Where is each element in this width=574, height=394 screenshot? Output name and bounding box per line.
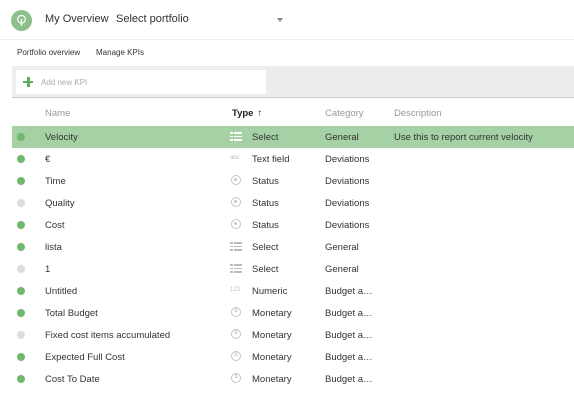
top-bar: My Overview Select portfolio (0, 0, 574, 40)
sort-ascending-icon: ↑ (257, 108, 263, 119)
kpi-type: Numeric (252, 286, 288, 297)
column-header-type[interactable]: Type ↑ (232, 108, 262, 119)
nav-manage-kpis[interactable]: Manage KPIs (96, 48, 144, 57)
status-dot-icon (17, 353, 25, 361)
kpi-category: General (325, 242, 359, 253)
column-header-type-label: Type (232, 108, 254, 119)
table-row[interactable]: Fixed cost items accumulated $ Monetary Bud… (12, 324, 574, 346)
kpi-name: Fixed cost items accumulated (45, 330, 171, 341)
table-row[interactable]: Expected Full Cost $ Monetary Budget a… (12, 346, 574, 368)
table-row[interactable]: 1 Select General (12, 258, 574, 280)
monetary-icon: $ (230, 329, 244, 341)
kpi-category: Deviations (325, 154, 370, 165)
kpi-type: Status (252, 176, 279, 187)
status-icon (230, 197, 244, 209)
kpi-category: Budget a… (325, 330, 373, 341)
status-dot-icon (17, 287, 25, 295)
kpi-category: Deviations (325, 176, 370, 187)
status-dot-icon (17, 199, 25, 207)
kpi-type: Text field (252, 154, 290, 165)
kpi-type: Select (252, 132, 279, 143)
portfolio-select[interactable]: Select portfolio (116, 13, 189, 25)
status-dot-icon (17, 177, 25, 185)
plus-icon[interactable] (22, 76, 34, 88)
monetary-icon: $ (230, 307, 244, 319)
column-header-description[interactable]: Description (394, 108, 442, 119)
table-row[interactable]: € abc Text field Deviations (12, 148, 574, 170)
kpi-name: € (45, 154, 51, 165)
kpi-category: Budget a… (325, 286, 373, 297)
kpi-type: Monetary (252, 352, 292, 363)
kpi-name: Cost (45, 220, 65, 231)
list-icon (230, 241, 244, 253)
status-dot-icon (17, 309, 25, 317)
status-dot-icon (17, 243, 25, 251)
table-row[interactable]: Quality Status Deviations (12, 192, 574, 214)
status-dot-icon (17, 133, 25, 141)
table-row[interactable]: Velocity Select General Use this to report … (12, 126, 574, 148)
column-header-category[interactable]: Category (325, 108, 364, 119)
status-dot-icon (17, 331, 25, 339)
kpi-name: lista (45, 242, 62, 253)
sub-navigation: Portfolio overview Manage KPIs (0, 40, 574, 66)
kpi-description: Use this to report current velocity (394, 132, 533, 143)
kpi-type: Monetary (252, 374, 292, 385)
kpi-name: Untitled (45, 286, 78, 297)
kpi-category: Deviations (325, 198, 370, 209)
kpi-category: Deviations (325, 220, 370, 231)
app-title[interactable]: My Overview (45, 13, 109, 25)
kpi-name: Expected Full Cost (45, 352, 125, 363)
status-icon (230, 175, 244, 187)
monetary-icon: $ (230, 373, 244, 385)
kpi-name: Cost To Date (45, 374, 100, 385)
kpi-name: Total Budget (45, 308, 98, 319)
kpi-category: General (325, 132, 359, 143)
table-row[interactable]: Cost To Date $ Monetary Budget a… (12, 368, 574, 390)
table-row[interactable]: lista Select General (12, 236, 574, 258)
status-dot-icon (17, 375, 25, 383)
list-icon (230, 263, 244, 275)
kpi-type: Status (252, 198, 279, 209)
kpi-type: Status (252, 220, 279, 231)
kpi-name: Time (45, 176, 66, 187)
kpi-type: Monetary (252, 308, 292, 319)
table-row[interactable]: Cost Status Deviations (12, 214, 574, 236)
nav-portfolio-overview[interactable]: Portfolio overview (17, 48, 80, 57)
kpi-category: Budget a… (325, 374, 373, 385)
chevron-down-icon[interactable] (277, 18, 283, 22)
table-header: Name Type ↑ Category Description (12, 100, 574, 126)
table-row[interactable]: Time Status Deviations (12, 170, 574, 192)
monetary-icon: $ (230, 351, 244, 363)
app-logo-icon[interactable] (11, 10, 32, 31)
kpi-name: Velocity (45, 132, 78, 143)
kpi-category: Budget a… (325, 308, 373, 319)
kpi-category: General (325, 264, 359, 275)
list-icon (230, 131, 244, 143)
table-row[interactable]: Untitled 123 Numeric Budget a… (12, 280, 574, 302)
kpi-name: 1 (45, 264, 51, 275)
kpi-category: Budget a… (325, 352, 373, 363)
column-header-name[interactable]: Name (45, 108, 70, 119)
kpi-type: Select (252, 264, 279, 275)
status-dot-icon (17, 221, 25, 229)
table-row[interactable]: Total Budget $ Monetary Budget a… (12, 302, 574, 324)
numeric-icon: 123 (230, 287, 241, 293)
add-kpi-input[interactable]: Add new KPI (16, 70, 266, 94)
kpi-table-body: Velocity Select General Use this to report … (12, 126, 574, 390)
status-dot-icon (17, 265, 25, 273)
kpi-type: Select (252, 242, 279, 253)
status-icon (230, 219, 244, 231)
text-field-icon: abc (230, 155, 240, 161)
kpi-type: Monetary (252, 330, 292, 341)
add-kpi-bar: Add new KPI (12, 66, 574, 98)
status-dot-icon (17, 155, 25, 163)
kpi-name: Quality (45, 198, 75, 209)
add-kpi-placeholder: Add new KPI (41, 78, 88, 87)
